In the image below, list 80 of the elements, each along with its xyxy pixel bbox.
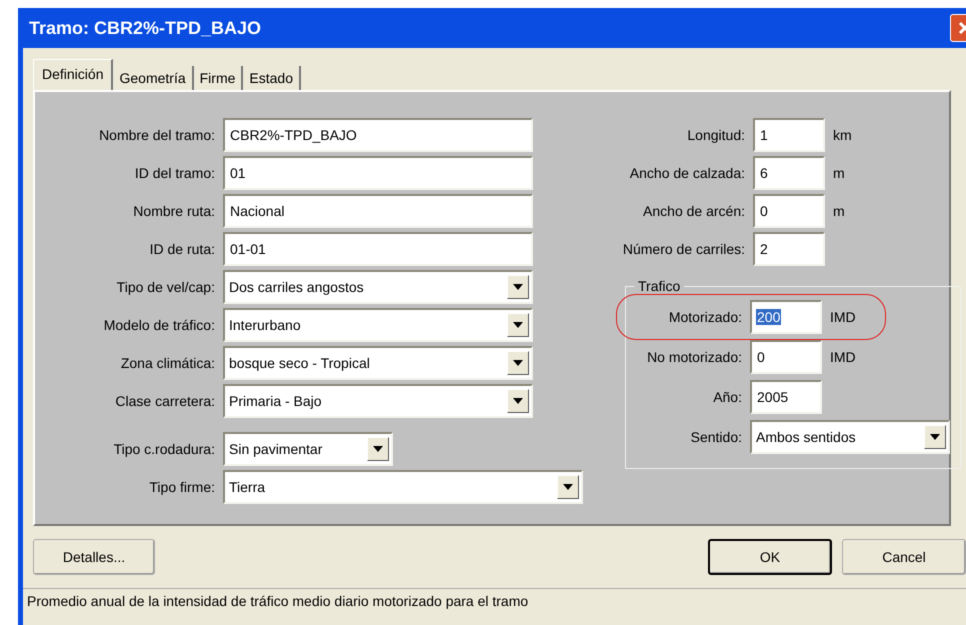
input-field[interactable]: 2 [753,232,825,266]
input-field[interactable]: 0 [753,194,825,228]
field-label: Nombre ruta: [132,203,215,219]
dropdown-value: Tierra [229,479,266,495]
unit-label: km [833,127,853,143]
field-value: 2 [759,241,769,257]
field-label: Tipo de vel/cap: [116,279,215,295]
field-label: Motorizado: [668,309,742,325]
field-label: Número de carriles: [622,241,745,257]
input-field[interactable]: CBR2%-TPD_BAJO [223,118,533,152]
caret-icon [513,360,523,366]
field-label: Ancho de arcén: [642,203,745,219]
field-label: Tipo c.rodadura: [112,441,215,457]
unit-label: IMD [830,309,857,325]
field-label: ID del tramo: [134,165,215,181]
field-value: 0 [756,349,766,365]
input-field[interactable]: 01 [223,156,533,190]
dropdown-value: bosque seco - Tropical [229,355,370,371]
dropdown-value: Ambos sentidos [756,429,856,445]
caret-icon [513,398,523,404]
dropdown-button[interactable] [557,475,579,499]
dropdown-value: Sin pavimentar [229,441,322,457]
dialog-button[interactable]: OK [708,539,832,575]
caret-icon [513,322,523,328]
dropdown-field[interactable]: Primaria - Bajo [223,384,533,418]
field-value: CBR2%-TPD_BAJO [229,127,358,143]
field-value: 2005 [756,389,790,405]
dropdown-button[interactable] [367,437,389,461]
input-field[interactable]: 200 [750,300,822,334]
dropdown-button[interactable] [507,389,529,413]
caret-icon [373,446,383,452]
input-field[interactable]: 2005 [750,380,822,414]
dropdown-value: Dos carriles angostos [229,279,364,295]
field-label: ID de ruta: [148,241,215,257]
dropdown-field[interactable]: Interurbano [223,308,533,342]
dropdown-value: Interurbano [229,317,301,333]
window-title: Tramo: CBR2%-TPD_BAJO [28,18,262,38]
dropdown-field[interactable]: Tierra [223,470,583,504]
field-label: Nombre del tramo: [98,127,215,143]
field-label: No motorizado: [646,349,742,365]
dropdown-field[interactable]: Dos carriles angostos [223,270,533,304]
dropdown-button[interactable] [507,275,529,299]
dialog-button[interactable]: Detalles... [33,539,155,575]
group-title: Trafico [637,278,682,294]
caret-icon [563,484,573,490]
field-label: Sentido: [690,429,742,445]
status-text: Promedio anual de la intensidad de tráfico medio diario motorizado para el tramo [26,593,528,609]
field-value: 01-01 [229,241,267,257]
dropdown-field[interactable]: bosque seco - Tropical [223,346,533,380]
field-value: 0 [759,203,769,219]
unit-label: IMD [830,349,857,365]
dropdown-button[interactable] [507,313,529,337]
unit-label: m [833,165,846,181]
dropdown-value: Primaria - Bajo [229,393,322,409]
tab[interactable]: Definición [33,59,114,92]
input-field[interactable]: 6 [753,156,825,190]
input-field[interactable]: Nacional [223,194,533,228]
field-label: Zona climática: [120,355,215,371]
field-value: Nacional [229,203,286,219]
field-value: 6 [759,165,769,181]
field-label: Ancho de calzada: [628,165,745,181]
field-label: Longitud: [686,127,745,143]
input-field[interactable]: 01-01 [223,232,533,266]
caret-icon [930,434,940,440]
field-label: Clase carretera: [114,393,215,409]
field-label: Tipo firme: [148,479,215,495]
unit-label: m [833,203,846,219]
caret-icon [513,284,523,290]
dropdown-field[interactable]: Sin pavimentar [223,432,393,466]
field-value: 200 [756,309,782,325]
field-value: 01 [229,165,247,181]
field-label: Modelo de tráfico: [102,317,215,333]
dialog-button[interactable]: Cancel [842,539,966,575]
input-field[interactable]: 1 [753,118,825,152]
dropdown-button[interactable] [507,351,529,375]
field-value: 1 [759,127,769,143]
input-field[interactable]: 0 [750,340,822,374]
dropdown-field[interactable]: Ambos sentidos [750,420,950,454]
dropdown-button[interactable] [924,425,946,449]
field-label: Año: [712,389,742,405]
